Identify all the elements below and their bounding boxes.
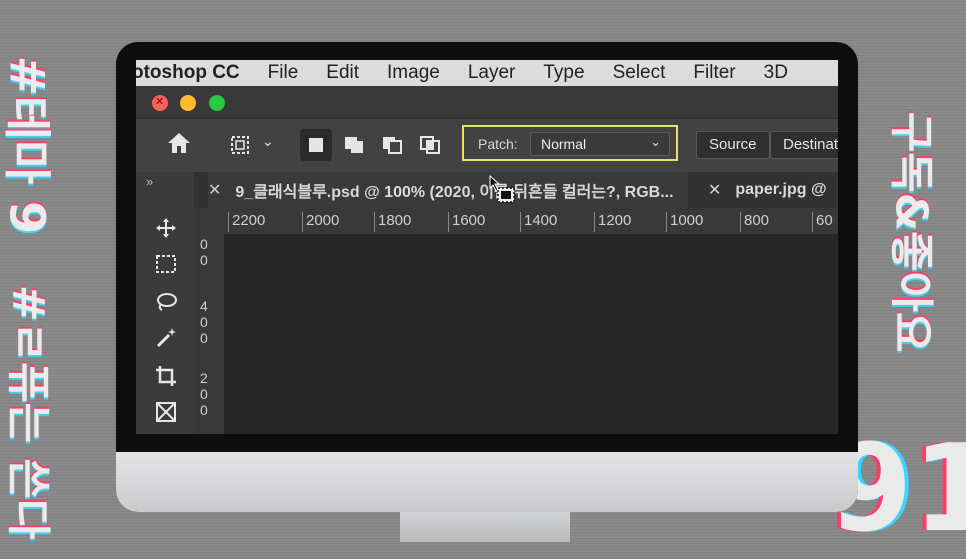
close-window-button[interactable] bbox=[152, 95, 168, 111]
lasso-tool-icon[interactable] bbox=[150, 288, 182, 316]
menubar: otoshop CC File Edit Image Layer Type Se… bbox=[136, 60, 838, 86]
tab-label: paper.jpg @ bbox=[735, 181, 827, 198]
side-text-right: 구독&좋아요 bbox=[885, 111, 937, 353]
ruler-tick: 1600 bbox=[448, 212, 485, 232]
menu-select[interactable]: Select bbox=[613, 62, 666, 84]
tab-label: 9_클래식블루.psd @ 100% (2020, 이를 뒤흔들 컬러는?, R… bbox=[235, 184, 674, 201]
chevron-down-icon[interactable]: ⌄ bbox=[262, 133, 274, 150]
source-button[interactable]: Source bbox=[696, 131, 770, 159]
menu-file[interactable]: File bbox=[268, 62, 299, 84]
ruler-tick: 2200 bbox=[228, 212, 265, 232]
move-tool-icon[interactable] bbox=[150, 214, 182, 242]
ruler-tick: 0 0 bbox=[200, 236, 208, 268]
menu-type[interactable]: Type bbox=[543, 62, 584, 84]
monitor-stand bbox=[400, 512, 570, 542]
ruler-tick: 800 bbox=[740, 212, 769, 232]
marquee-tool-icon[interactable] bbox=[150, 250, 182, 278]
screen: otoshop CC File Edit Image Layer Type Se… bbox=[136, 60, 838, 434]
menu-filter[interactable]: Filter bbox=[693, 62, 735, 84]
maximize-window-button[interactable] bbox=[209, 95, 225, 111]
side-text-left-top: #테마 9 bbox=[0, 55, 55, 235]
menu-3d[interactable]: 3D bbox=[764, 62, 788, 84]
add-to-selection-button[interactable] bbox=[338, 129, 370, 161]
side-text-left-bottom: #ㄹ퓨는 쓴다 bbox=[2, 284, 54, 540]
ruler-tick: 1200 bbox=[594, 212, 631, 232]
patch-cursor-icon bbox=[488, 174, 518, 206]
frame-tool-icon[interactable] bbox=[150, 398, 182, 426]
patch-mode-value: Normal bbox=[541, 136, 587, 152]
patch-label: Patch: bbox=[478, 136, 518, 152]
tab-document-2[interactable]: ✕ paper.jpg @ bbox=[708, 172, 827, 208]
ruler-tick: 2 0 0 bbox=[200, 370, 208, 418]
ruler-tick: 2000 bbox=[302, 212, 339, 232]
options-bar: ⌄ Patch: Normal ⌄ Source Destinat bbox=[136, 118, 838, 173]
menu-app-name[interactable]: otoshop CC bbox=[136, 62, 240, 84]
tool-panel: » bbox=[136, 172, 195, 434]
monitor: otoshop CC File Edit Image Layer Type Se… bbox=[116, 42, 858, 512]
ruler-tick: 1800 bbox=[374, 212, 411, 232]
patch-highlight: Patch: Normal ⌄ bbox=[462, 125, 678, 161]
ruler-horizontal: 2200 2000 1800 1600 1400 1200 1000 800 6… bbox=[194, 208, 838, 235]
patch-mode-select[interactable]: Normal ⌄ bbox=[530, 132, 670, 156]
ruler-vertical: 0 0 4 0 0 2 0 0 bbox=[194, 234, 225, 434]
ruler-tick: 1400 bbox=[520, 212, 557, 232]
close-tab-icon[interactable]: ✕ bbox=[208, 180, 221, 200]
magic-wand-icon[interactable] bbox=[150, 324, 182, 352]
patch-tool-icon[interactable] bbox=[228, 133, 254, 163]
document-canvas[interactable] bbox=[224, 234, 838, 434]
menu-edit[interactable]: Edit bbox=[326, 62, 359, 84]
subtract-from-selection-button[interactable] bbox=[376, 129, 408, 161]
window-titlebar bbox=[136, 86, 838, 118]
ruler-tick: 60 bbox=[812, 212, 833, 232]
destination-button[interactable]: Destinat bbox=[770, 131, 838, 159]
crop-tool-icon[interactable] bbox=[150, 362, 182, 390]
new-selection-button[interactable] bbox=[300, 129, 332, 161]
minimize-window-button[interactable] bbox=[180, 95, 196, 111]
close-tab-icon[interactable]: ✕ bbox=[708, 180, 721, 200]
home-icon[interactable] bbox=[166, 131, 192, 161]
menu-layer[interactable]: Layer bbox=[468, 62, 516, 84]
monitor-chin bbox=[116, 452, 858, 512]
tab-document-1[interactable]: ✕ 9_클래식블루.psd @ 100% (2020, 이를 뒤흔들 컬러는?,… bbox=[208, 172, 688, 208]
chevron-down-icon: ⌄ bbox=[650, 134, 661, 149]
intersect-selection-button[interactable] bbox=[414, 129, 446, 161]
collapse-panel-icon[interactable]: » bbox=[146, 174, 153, 189]
ruler-tick: 4 0 0 bbox=[200, 298, 208, 346]
menu-image[interactable]: Image bbox=[387, 62, 440, 84]
ruler-tick: 1000 bbox=[666, 212, 703, 232]
